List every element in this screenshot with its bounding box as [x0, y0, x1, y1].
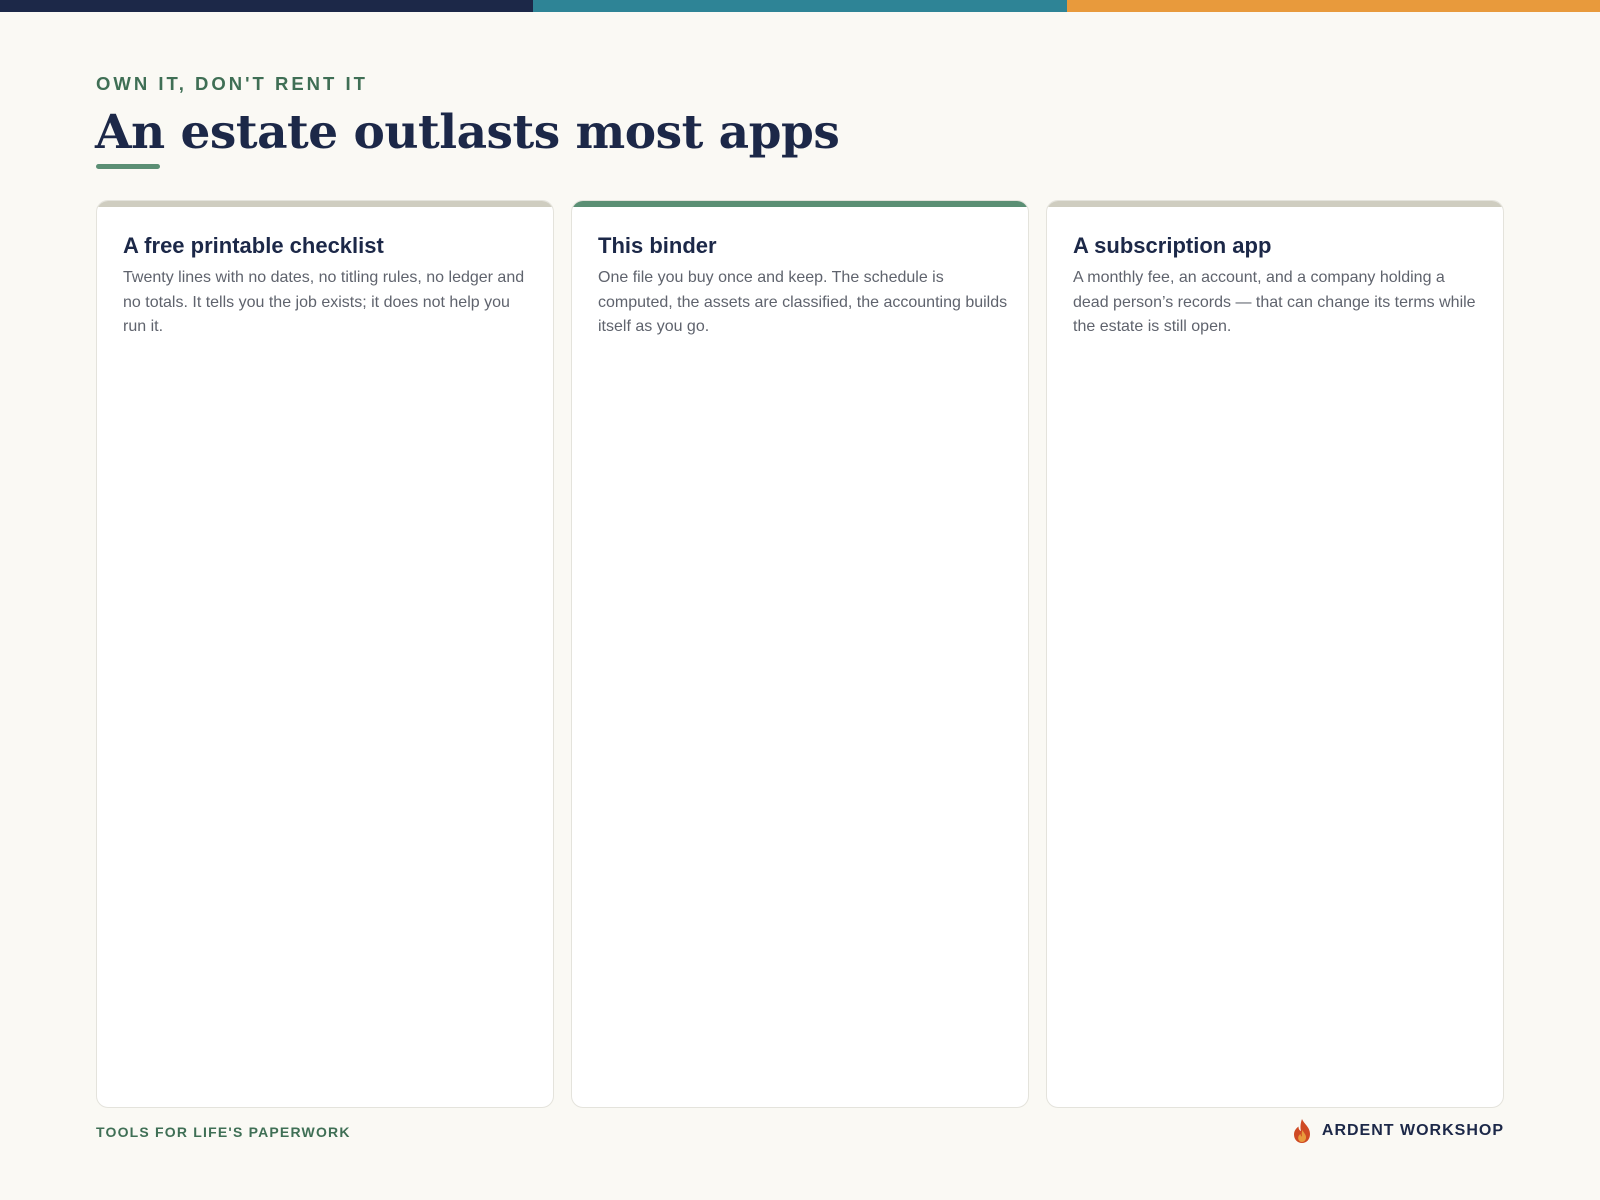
comparison-cards: A free printable checklist Twenty lines … — [96, 200, 1504, 1108]
card-title: A subscription app — [1073, 233, 1272, 258]
card-description: Twenty lines with no dates, no titling r… — [123, 269, 525, 335]
top-bar-orange-segment — [1066, 0, 1600, 12]
brand-name: ARDENT WORKSHOP — [1321, 1122, 1504, 1139]
card-printable-checklist: A free printable checklist Twenty lines … — [96, 200, 554, 1108]
footer-tagline: TOOLS FOR LIFE'S PAPERWORK — [96, 1124, 351, 1140]
card-subscription-app: A subscription app A monthly fee, an acc… — [1046, 200, 1504, 1108]
card-accent-bar — [572, 201, 1028, 207]
card-title: This binder — [598, 233, 717, 258]
card-accent-bar — [97, 201, 553, 207]
card-description: One file you buy once and keep. The sche… — [598, 269, 1008, 335]
top-bar-teal-segment — [533, 0, 1067, 12]
card-title: A free printable checklist — [123, 233, 384, 258]
card-this-binder: This binder One file you buy once and ke… — [571, 200, 1029, 1108]
flame-icon — [1293, 1119, 1310, 1143]
top-bar-navy-segment — [0, 0, 534, 12]
top-color-bar — [0, 0, 1600, 12]
eyebrow-label: OWN IT, DON'T RENT IT — [96, 73, 368, 94]
brand-lockup: ARDENT WORKSHOP — [1292, 1118, 1504, 1144]
card-description: A monthly fee, an account, and a company… — [1073, 269, 1476, 335]
title-underline — [96, 164, 160, 169]
page-title: An estate outlasts most apps — [95, 105, 840, 160]
card-accent-bar — [1047, 201, 1503, 207]
